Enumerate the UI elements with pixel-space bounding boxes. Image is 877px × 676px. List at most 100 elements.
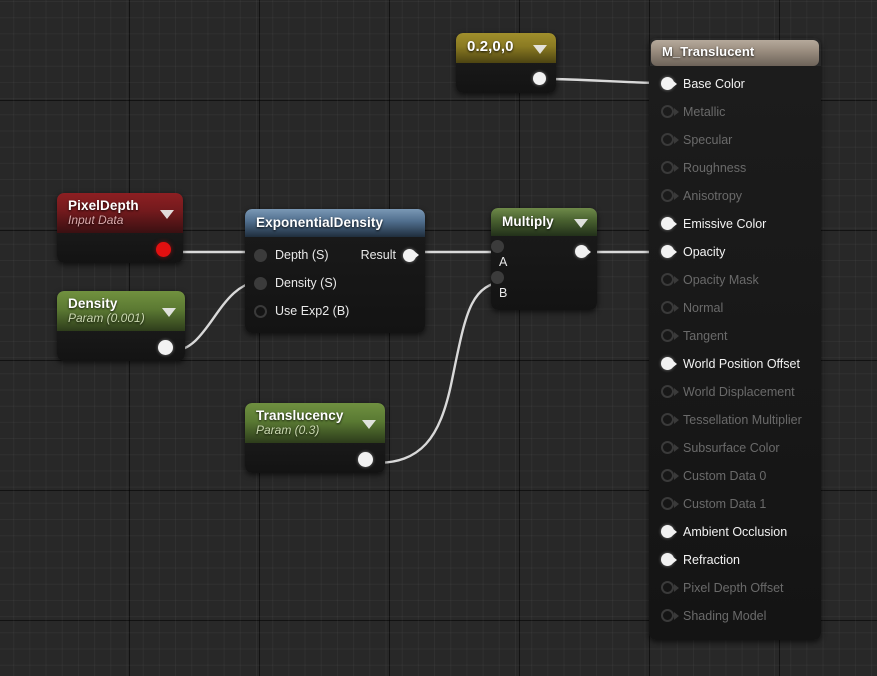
- material-input-pin[interactable]: [661, 189, 679, 203]
- output-pin-pixeldepth[interactable]: [156, 241, 171, 257]
- material-pin-list: Base Color Metallic Specular Roughness Aniso…: [649, 65, 821, 640]
- input-pin-depth[interactable]: [254, 248, 267, 262]
- chevron-down-icon[interactable]: [533, 44, 547, 54]
- node-title: PixelDepth: [68, 198, 139, 213]
- material-input-pin[interactable]: [661, 497, 679, 511]
- material-input-pin[interactable]: [661, 525, 677, 539]
- input-pin-label-b: B: [499, 286, 508, 301]
- material-input-pin[interactable]: [661, 609, 679, 623]
- node-exponential-density[interactable]: ExponentialDensity Depth (S) Result Dens…: [245, 209, 425, 334]
- material-pin-row: Emissive Color: [649, 210, 821, 238]
- node-density-param[interactable]: Density Param (0.001): [57, 291, 185, 361]
- pin-row-b: B: [491, 271, 597, 302]
- material-pin-row: Pixel Depth Offset: [649, 574, 821, 602]
- node-translucency-param[interactable]: Translucency Param (0.3): [245, 403, 385, 473]
- material-input-pin[interactable]: [661, 413, 679, 427]
- input-pin-density[interactable]: [254, 276, 267, 290]
- chevron-down-icon[interactable]: [362, 419, 376, 429]
- node-body: [456, 62, 556, 93]
- node-body: [57, 232, 183, 263]
- node-body: [57, 330, 185, 361]
- material-input-pin[interactable]: [661, 301, 679, 315]
- material-pin-row: Refraction: [649, 546, 821, 574]
- material-pin-row: Ambient Occlusion: [649, 518, 821, 546]
- material-pin-label: Base Color: [683, 76, 745, 91]
- material-input-pin[interactable]: [661, 553, 677, 567]
- material-pin-row: World Displacement: [649, 378, 821, 406]
- material-input-pin[interactable]: [661, 245, 677, 259]
- material-input-pin[interactable]: [661, 581, 679, 595]
- material-pin-label: Shading Model: [683, 608, 767, 623]
- material-pin-label: Subsurface Color: [683, 440, 780, 455]
- material-input-pin[interactable]: [661, 133, 679, 147]
- output-pin-result[interactable]: [403, 248, 419, 262]
- material-input-pin[interactable]: [661, 441, 679, 455]
- node-header[interactable]: 0.2,0,0: [456, 33, 556, 63]
- node-multiply[interactable]: Multiply A B: [491, 208, 597, 311]
- output-pin-translucency[interactable]: [358, 451, 373, 467]
- material-pin-label: Custom Data 0: [683, 468, 767, 483]
- material-pin-row: Subsurface Color: [649, 434, 821, 462]
- node-header[interactable]: Translucency Param (0.3): [245, 403, 385, 443]
- material-pin-row: Metallic: [649, 98, 821, 126]
- material-pin-label: Tessellation Multiplier: [683, 412, 802, 427]
- material-input-pin[interactable]: [661, 161, 679, 175]
- input-pin-label-use-exp2: Use Exp2 (B): [275, 304, 350, 319]
- output-pin-density[interactable]: [158, 339, 173, 355]
- material-pin-row: World Position Offset: [649, 350, 821, 378]
- node-header[interactable]: PixelDepth Input Data: [57, 193, 183, 233]
- material-input-pin[interactable]: [661, 105, 679, 119]
- material-pin-row: Custom Data 1: [649, 490, 821, 518]
- material-input-pin[interactable]: [661, 329, 679, 343]
- node-body: Depth (S) Result Density (S) Use Exp2 (B…: [245, 237, 425, 334]
- node-body: A B: [491, 236, 597, 311]
- input-pin-label-a: A: [499, 255, 508, 270]
- material-pin-label: Opacity: [683, 244, 726, 259]
- material-input-pin[interactable]: [661, 357, 677, 371]
- material-pin-row: Anisotropy: [649, 182, 821, 210]
- material-pin-label: Specular: [683, 132, 733, 147]
- material-pin-label: Opacity Mask: [683, 272, 759, 287]
- material-pin-label: World Displacement: [683, 384, 795, 399]
- input-pin-b[interactable]: [491, 271, 504, 285]
- material-pin-label: World Position Offset: [683, 356, 800, 371]
- node-title: Translucency: [256, 408, 344, 423]
- material-pin-label: Refraction: [683, 552, 740, 567]
- chevron-down-icon[interactable]: [160, 209, 174, 219]
- node-header[interactable]: Density Param (0.001): [57, 291, 185, 331]
- node-title: M_Translucent: [662, 44, 755, 59]
- material-input-pin[interactable]: [661, 77, 677, 91]
- chevron-down-icon[interactable]: [574, 219, 588, 229]
- chevron-down-icon[interactable]: [162, 307, 176, 317]
- input-pin-use-exp2[interactable]: [254, 304, 267, 318]
- node-constant-color[interactable]: 0.2,0,0: [456, 33, 556, 93]
- node-title: ExponentialDensity: [256, 215, 384, 230]
- pin-row-depth: Depth (S) Result: [245, 241, 425, 269]
- node-header[interactable]: Multiply: [491, 208, 597, 237]
- material-pin-row: Tangent: [649, 322, 821, 350]
- input-pin-label-density: Density (S): [275, 276, 337, 291]
- material-pin-row: Normal: [649, 294, 821, 322]
- node-material-output[interactable]: M_Translucent Base Color Metallic Specular…: [649, 38, 821, 640]
- input-pin-label-depth: Depth (S): [275, 248, 329, 263]
- material-pin-label: Ambient Occlusion: [683, 524, 788, 539]
- material-pin-row: Base Color: [649, 70, 821, 98]
- material-pin-row: Tessellation Multiplier: [649, 406, 821, 434]
- node-header[interactable]: M_Translucent: [651, 40, 819, 66]
- material-graph-canvas[interactable]: 0.2,0,0 PixelDepth Input Data Density Pa…: [0, 0, 877, 676]
- material-pin-label: Normal: [683, 300, 724, 315]
- output-pin-constant[interactable]: [533, 71, 546, 85]
- material-input-pin[interactable]: [661, 469, 679, 483]
- material-pin-label: Metallic: [683, 104, 726, 119]
- material-pin-row: Opacity: [649, 238, 821, 266]
- material-input-pin[interactable]: [661, 273, 679, 287]
- node-pixeldepth[interactable]: PixelDepth Input Data: [57, 193, 183, 263]
- material-input-pin[interactable]: [661, 217, 677, 231]
- material-pin-label: Pixel Depth Offset: [683, 580, 784, 595]
- material-pin-row: Specular: [649, 126, 821, 154]
- node-subtitle: Param (0.001): [68, 311, 145, 326]
- input-pin-a[interactable]: [491, 240, 504, 254]
- node-header[interactable]: ExponentialDensity: [245, 209, 425, 238]
- node-body: [245, 442, 385, 473]
- material-input-pin[interactable]: [661, 385, 679, 399]
